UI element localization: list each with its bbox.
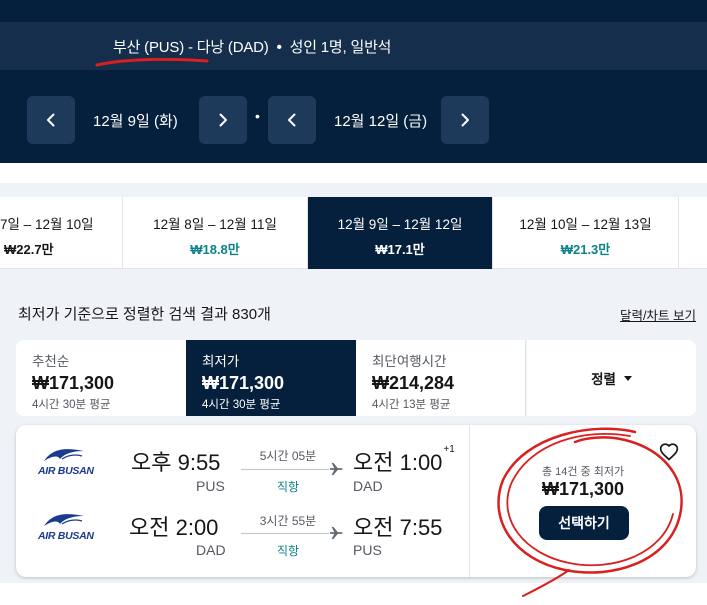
- spacer: [0, 163, 707, 183]
- outbound-depart-code: PUS: [196, 478, 225, 494]
- sort-tab-price: ₩171,300: [202, 373, 285, 393]
- return-date[interactable]: 12월 12일 (금): [334, 110, 427, 131]
- date-tab-range: 12월 10일 – 12월 13일: [519, 217, 652, 232]
- route-label: 부산 (PUS) - 다낭 (DAD): [113, 39, 269, 56]
- inbound-arrive-time: 오전 7:55: [353, 515, 443, 540]
- inbound-depart-code: DAD: [196, 542, 226, 558]
- sort-tab-label: 추천순: [32, 354, 70, 369]
- date-tab-price: ₩21.3만: [560, 242, 611, 257]
- plane-icon: [329, 462, 343, 476]
- outbound-depart-time: 오후 9:55: [131, 450, 221, 475]
- depart-prev-button[interactable]: [27, 96, 75, 144]
- outbound-arrive-code: DAD: [353, 478, 383, 494]
- date-tab-range: 12월 8일 – 12월 11일: [153, 217, 277, 232]
- sort-tab-duration: 4시간 30분 평균: [32, 399, 111, 411]
- inbound-depart-time: 오전 2:00: [129, 515, 219, 540]
- date-tab[interactable]: 7일 – 12월 10일 ₩22.7만: [0, 197, 123, 269]
- date-separator: •: [255, 108, 260, 124]
- depart-date[interactable]: 12월 9일 (화): [93, 110, 178, 131]
- inbound-arrive-code: PUS: [353, 542, 382, 558]
- date-tab-range: 7일 – 12월 10일: [0, 217, 94, 232]
- date-tab-range: 12월 9일 – 12월 12일: [337, 217, 463, 232]
- sort-tab-fastest[interactable]: 최단여행시간 ₩214,284 4시간 13분 평균: [356, 340, 526, 416]
- return-next-button[interactable]: [441, 96, 489, 144]
- caret-down-icon: [623, 375, 632, 381]
- calendar-chart-link[interactable]: 달력/차트 보기: [620, 305, 696, 324]
- date-tab-selected[interactable]: 12월 9일 – 12월 12일 ₩17.1만: [308, 197, 493, 269]
- red-underline-annotation: [95, 57, 209, 67]
- chevron-left-icon: [47, 113, 55, 127]
- inbound-stops: 직항: [276, 544, 300, 558]
- sort-tab-cheapest[interactable]: 최저가 ₩171,300 4시간 30분 평균: [186, 340, 356, 416]
- sort-tab-label: 최단여행시간: [372, 354, 447, 369]
- passenger-label: 성인 1명, 일반석: [289, 39, 392, 56]
- summary-separator: •: [276, 39, 282, 56]
- date-tab[interactable]: 12월 8일 – 12월 11일 ₩18.8만: [123, 197, 308, 269]
- air-busan-bird-icon: [44, 514, 84, 526]
- chevron-right-icon: [461, 113, 469, 127]
- arrive-time-text: 오전 1:00: [353, 450, 443, 475]
- sort-tabs: 추천순 ₩171,300 4시간 30분 평균 최저가 ₩171,300 4시간…: [16, 340, 696, 416]
- red-circle-annotation: [497, 427, 683, 597]
- flexible-date-tabs: 7일 – 12월 10일 ₩22.7만 12월 8일 – 12월 11일 ₩18…: [0, 197, 707, 269]
- date-tab-price: ₩22.7만: [4, 242, 54, 257]
- day-offset: +1: [443, 443, 455, 455]
- result-count: 최저가 기준으로 정렬한 검색 결과 830개: [18, 306, 271, 323]
- date-tab[interactable]: 12월 10일 – 12월 13일 ₩21.3만: [493, 197, 679, 269]
- sort-tab-price: ₩171,300: [32, 373, 115, 393]
- sort-tab-price: ₩214,284: [372, 373, 455, 393]
- outbound-route-line: [241, 469, 329, 470]
- airline-logo: AIR BUSAN: [38, 445, 94, 481]
- chevron-left-icon: [288, 113, 296, 127]
- inbound-duration: 3시간 55분: [259, 514, 317, 528]
- outbound-stops: 직항: [276, 480, 300, 494]
- return-prev-button[interactable]: [268, 96, 316, 144]
- sort-tab-best[interactable]: 추천순 ₩171,300 4시간 30분 평균: [16, 340, 186, 416]
- sort-tab-duration: 4시간 30분 평균: [202, 399, 281, 411]
- sort-dropdown-button[interactable]: 정렬: [527, 340, 696, 416]
- plane-icon: [329, 526, 343, 540]
- chevron-right-icon: [219, 113, 227, 127]
- airline-name: AIR BUSAN: [38, 530, 94, 542]
- search-summary[interactable]: 부산 (PUS) - 다낭 (DAD) • 성인 1명, 일반석: [113, 36, 391, 57]
- outbound-arrive-time: 오전 1:00+1: [353, 443, 455, 477]
- sort-tab-label: 최저가: [202, 354, 240, 369]
- date-tab-price: ₩18.8만: [190, 242, 240, 257]
- air-busan-bird-icon: [44, 449, 84, 461]
- sort-label: 정렬: [591, 372, 616, 387]
- airline-name: AIR BUSAN: [38, 465, 94, 477]
- airline-logo: AIR BUSAN: [38, 510, 94, 546]
- sort-tab-duration: 4시간 13분 평균: [372, 399, 451, 411]
- date-selector: 12월 9일 (화) • 12월 12일 (금): [0, 96, 707, 144]
- search-header: 부산 (PUS) - 다낭 (DAD) • 성인 1명, 일반석 12월 9일 (화…: [0, 0, 707, 163]
- date-tab-price: ₩17.1만: [375, 242, 425, 257]
- inbound-route-line: [241, 533, 329, 534]
- outbound-duration: 5시간 05분: [259, 449, 317, 463]
- depart-next-button[interactable]: [199, 96, 247, 144]
